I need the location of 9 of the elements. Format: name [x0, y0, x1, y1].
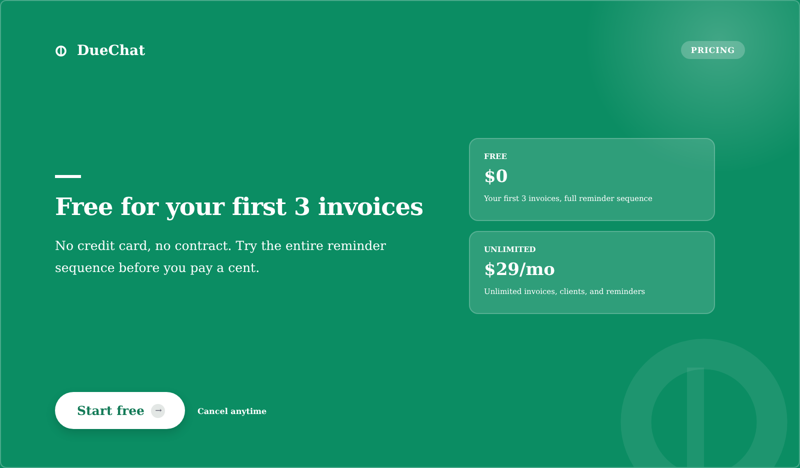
- brand-name: DueChat: [77, 43, 146, 59]
- logo-icon: [55, 45, 67, 57]
- plan-price: $29/mo: [484, 260, 556, 280]
- start-free-button[interactable]: Start free →: [55, 392, 186, 429]
- hero-title: Free for your first 3 invoices: [55, 192, 424, 221]
- hero-subtitle: No credit card, no contract. Try the entire reminder sequence before you pay a cent.: [55, 237, 387, 277]
- logo-mark-icon: [619, 337, 789, 467]
- cancel-note: Cancel anytime: [197, 406, 267, 416]
- plan-price: $0: [484, 167, 508, 187]
